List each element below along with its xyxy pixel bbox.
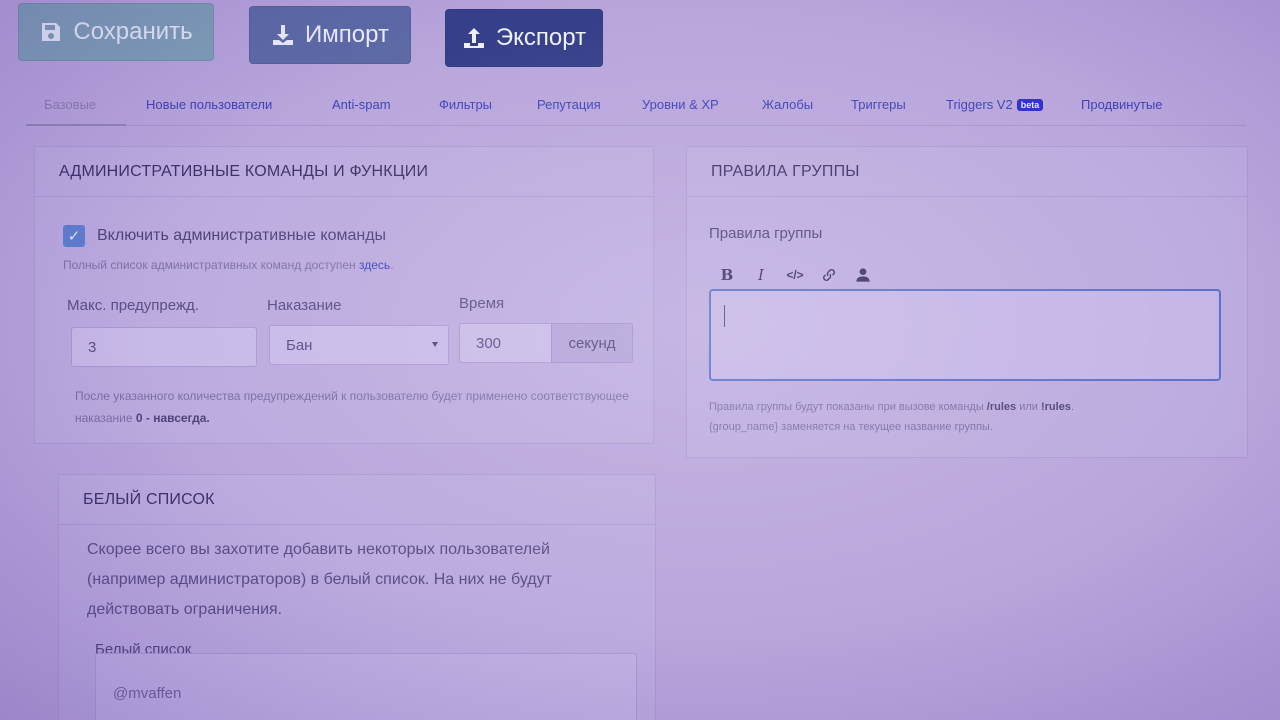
user-icon[interactable]: [853, 265, 873, 285]
export-button[interactable]: Экспорт: [445, 9, 603, 67]
whitelist-panel: БЕЛЫЙ СПИСОК Скорее всего вы захотите до…: [58, 474, 656, 720]
save-icon: [42, 23, 61, 41]
hint-command: /rules: [986, 401, 1017, 413]
time-label: Время: [459, 295, 505, 312]
tab-filters[interactable]: Фильтры: [439, 97, 492, 112]
export-button-label: Экспорт: [495, 24, 587, 51]
panel-title: БЕЛЫЙ СПИСОК: [59, 475, 655, 525]
panel-title: АДМИНИСТРАТИВНЫЕ КОМАНДЫ И ФУНКЦИИ: [35, 147, 653, 197]
active-tab-indicator: [26, 124, 126, 126]
tab-reputation[interactable]: Репутация: [537, 97, 601, 112]
upload-icon: [463, 28, 484, 48]
editor-toolbar: B I </>: [717, 265, 873, 285]
tab-advanced[interactable]: Продвинутые: [1081, 97, 1162, 112]
tab-triggers-v2[interactable]: Triggers V2 beta: [946, 97, 1044, 112]
tab-anti-spam[interactable]: Anti-spam: [332, 97, 391, 112]
save-button[interactable]: Сохранить: [18, 3, 214, 61]
tab-label: Репутация: [537, 97, 601, 112]
panel-title: ПРАВИЛА ГРУППЫ: [687, 147, 1247, 197]
beta-badge: beta: [1016, 99, 1044, 111]
punish-select[interactable]: Бан: [269, 325, 449, 365]
admin-hint: Полный список административных команд до…: [63, 258, 394, 272]
tab-label: Жалобы: [762, 97, 814, 112]
tab-label: Фильтры: [439, 97, 493, 112]
time-unit: секунд: [551, 323, 633, 363]
hint-text: {group_name} заменяется на текущее назва…: [709, 421, 993, 433]
admin-commands-link[interactable]: здесь: [359, 258, 390, 272]
field-value: 3: [88, 338, 97, 356]
hint-text: Правила группы будут показаны при вызове…: [709, 401, 987, 413]
tab-label: Новые пользователи: [146, 97, 273, 112]
field-value: Бан: [286, 336, 313, 354]
text-caret: [724, 305, 725, 327]
toolbar: Сохранить Импорт Экспорт: [0, 0, 1280, 80]
tab-triggers[interactable]: Триггеры: [851, 97, 906, 112]
import-button[interactable]: Импорт: [249, 6, 411, 64]
enable-admin-checkbox[interactable]: ✓: [63, 225, 85, 247]
code-icon[interactable]: </>: [785, 265, 805, 285]
settings-tabs: Базовые Новые пользователи Anti-spam Фил…: [26, 84, 1246, 126]
tab-label: Anti-spam: [332, 97, 391, 112]
rules-label: Правила группы: [709, 225, 823, 242]
hint-text: или: [1016, 401, 1041, 413]
group-rules-panel: ПРАВИЛА ГРУППЫ Правила группы B I </> Пр…: [686, 146, 1248, 458]
tab-reports[interactable]: Жалобы: [762, 97, 813, 112]
import-button-label: Импорт: [305, 21, 389, 48]
time-input[interactable]: 300: [459, 323, 553, 363]
hint-text: Полный список административных команд до…: [63, 258, 360, 272]
enable-admin-label: Включить административные команды: [97, 227, 387, 244]
tab-label: Triggers V2: [946, 97, 1013, 112]
hint-command: !rules: [1040, 401, 1071, 413]
rules-hint: Правила группы будут показаны при вызове…: [709, 397, 1229, 437]
field-value: 300: [476, 334, 502, 352]
punish-hint: После указанного количества предупрежден…: [75, 385, 635, 429]
tab-basic[interactable]: Базовые: [44, 97, 96, 112]
hint-bold: 0 - навсегда.: [135, 411, 210, 425]
hint-text: .: [390, 258, 394, 272]
tab-label: Продвинутые: [1081, 97, 1163, 112]
admin-commands-panel: АДМИНИСТРАТИВНЫЕ КОМАНДЫ И ФУНКЦИИ ✓ Вкл…: [34, 146, 654, 444]
whitelist-item[interactable]: @mvaffen: [113, 685, 181, 702]
tab-levels-xp[interactable]: Уровни & XP: [642, 97, 719, 112]
download-icon: [273, 25, 294, 45]
bold-icon[interactable]: B: [717, 265, 737, 285]
max-warn-input[interactable]: 3: [71, 327, 257, 367]
link-icon[interactable]: [819, 265, 839, 285]
punish-label: Наказание: [267, 297, 342, 314]
italic-icon[interactable]: I: [751, 265, 771, 285]
tab-label: Базовые: [44, 97, 97, 112]
hint-text: .: [1070, 401, 1074, 413]
tab-label: Триггеры: [851, 97, 906, 112]
tab-label: Уровни & XP: [642, 97, 719, 112]
rules-editor[interactable]: [709, 289, 1221, 381]
whitelist-description: Скорее всего вы захотите добавить некото…: [87, 541, 552, 618]
max-warn-label: Макс. предупрежд.: [67, 297, 199, 314]
tab-new-users[interactable]: Новые пользователи: [146, 97, 272, 112]
save-button-label: Сохранить: [73, 18, 193, 45]
caret-down-icon: [432, 342, 438, 347]
check-icon: ✓: [67, 228, 81, 245]
